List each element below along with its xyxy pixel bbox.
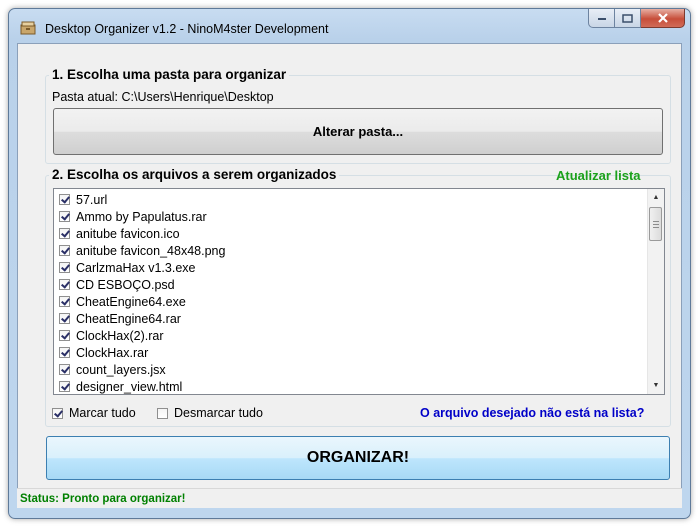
status-text: Status: Pronto para organizar! [20, 493, 186, 505]
uncheck-all-label: Desmarcar tudo [174, 406, 263, 420]
organize-button-label: ORGANIZAR! [306, 449, 410, 466]
close-button[interactable] [641, 9, 685, 28]
file-checkbox[interactable] [59, 211, 70, 222]
folder-section-heading: 1. Escolha uma pasta para organizar [49, 67, 290, 82]
file-list-scrollbar[interactable]: ▲ ▼ [647, 189, 664, 394]
close-icon [657, 13, 668, 23]
title-bar[interactable]: Desktop Organizer v1.2 - NinoM4ster Deve… [9, 9, 690, 43]
file-checkbox[interactable] [59, 381, 70, 392]
file-name: ClockHax(2).rar [76, 328, 164, 343]
file-list-item[interactable]: ClockHax.rar [59, 344, 148, 361]
file-list-item[interactable]: ClockHax(2).rar [59, 327, 164, 344]
files-section-heading: 2. Escolha os arquivos a serem organizad… [49, 167, 340, 182]
file-name: CarlzmaHax v1.3.exe [76, 260, 196, 275]
missing-file-link[interactable]: O arquivo desejado não está na lista? [420, 406, 644, 420]
file-list-item[interactable]: designer_view.html [59, 378, 183, 394]
file-name: CheatEngine64.rar [76, 311, 181, 326]
refresh-list-link[interactable]: Atualizar lista [556, 168, 641, 183]
file-list-item[interactable]: count_layers.jsx [59, 361, 166, 378]
change-folder-button[interactable]: Alterar pasta... [53, 108, 663, 155]
minimize-icon [597, 18, 606, 20]
organize-button[interactable]: ORGANIZAR! [46, 436, 670, 480]
scroll-up-arrow-icon[interactable]: ▲ [648, 189, 664, 206]
client-area: 1. Escolha uma pasta para organizar Past… [17, 43, 682, 508]
file-checkbox[interactable] [59, 228, 70, 239]
file-name: count_layers.jsx [76, 362, 166, 377]
file-name: CheatEngine64.exe [76, 294, 186, 309]
minimize-button[interactable] [588, 9, 615, 28]
file-list-item[interactable]: anitube favicon.ico [59, 225, 180, 242]
file-list-item[interactable]: 57.url [59, 191, 107, 208]
file-name: CD ESBOÇO.psd [76, 277, 175, 292]
file-checkbox[interactable] [59, 279, 70, 290]
file-list-item[interactable]: CheatEngine64.rar [59, 310, 181, 327]
check-all-box[interactable] [52, 407, 63, 419]
file-name: 57.url [76, 192, 108, 207]
app-window: Desktop Organizer v1.2 - NinoM4ster Deve… [8, 8, 691, 519]
file-list[interactable]: 57.url Ammo by Papulatus.rar anitube favic… [53, 188, 665, 395]
file-list-item[interactable]: anitube favicon_48x48.png [59, 242, 225, 259]
current-path-label: Pasta atual: C:\Users\Henrique\Desktop [52, 90, 274, 104]
file-checkbox[interactable] [59, 330, 70, 341]
file-name: anitube favicon.ico [76, 226, 180, 241]
caption-buttons [588, 9, 685, 29]
file-checkbox[interactable] [59, 364, 70, 375]
maximize-button[interactable] [615, 9, 641, 28]
file-checkbox[interactable] [59, 313, 70, 324]
check-all-label: Marcar tudo [69, 406, 136, 420]
file-list-item[interactable]: CD ESBOÇO.psd [59, 276, 175, 293]
file-checkbox[interactable] [59, 194, 70, 205]
change-folder-label: Alterar pasta... [312, 124, 404, 139]
file-name: designer_view.html [76, 379, 183, 394]
file-checkbox[interactable] [59, 347, 70, 358]
file-list-item[interactable]: Ammo by Papulatus.rar [59, 208, 207, 225]
file-list-item[interactable]: CarlzmaHax v1.3.exe [59, 259, 196, 276]
scroll-down-arrow-icon[interactable]: ▼ [648, 377, 664, 394]
check-all-checkbox[interactable]: Marcar tudo [52, 404, 136, 422]
window-title: Desktop Organizer v1.2 - NinoM4ster Deve… [45, 22, 329, 36]
file-checkbox[interactable] [59, 262, 70, 273]
maximize-icon [622, 13, 633, 23]
file-name: ClockHax.rar [76, 345, 149, 360]
file-list-item[interactable]: CheatEngine64.exe [59, 293, 186, 310]
file-checkbox[interactable] [59, 245, 70, 256]
file-name: anitube favicon_48x48.png [76, 243, 226, 258]
uncheck-all-box[interactable] [157, 407, 168, 419]
status-bar: Status: Pronto para organizar! [17, 488, 682, 508]
uncheck-all-checkbox[interactable]: Desmarcar tudo [157, 404, 263, 422]
file-checkbox[interactable] [59, 296, 70, 307]
file-name: Ammo by Papulatus.rar [76, 209, 207, 224]
app-icon [20, 21, 36, 35]
scroll-thumb[interactable] [649, 207, 662, 241]
